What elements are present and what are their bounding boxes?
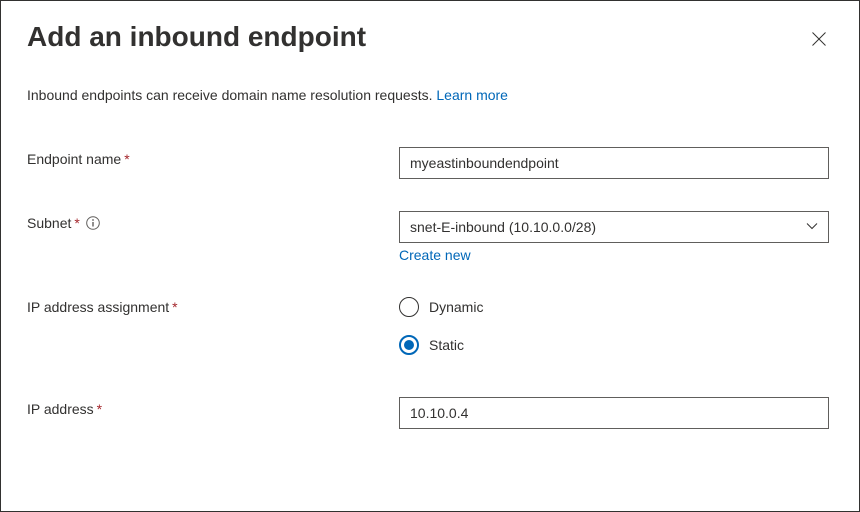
ip-address-input[interactable]	[399, 397, 829, 429]
required-indicator: *	[124, 151, 129, 167]
subnet-label: Subnet *	[27, 211, 399, 231]
close-icon	[811, 34, 827, 50]
endpoint-name-input[interactable]	[399, 147, 829, 179]
ip-assignment-radio-group: Dynamic Static	[399, 295, 829, 355]
required-indicator: *	[97, 401, 102, 417]
ip-address-label: IP address *	[27, 397, 399, 417]
close-button[interactable]	[805, 25, 833, 55]
radio-dynamic-label: Dynamic	[429, 299, 483, 315]
panel-description: Inbound endpoints can receive domain nam…	[27, 87, 833, 103]
radio-circle-icon	[399, 297, 419, 317]
add-inbound-endpoint-panel: Add an inbound endpoint Inbound endpoint…	[0, 0, 860, 512]
subnet-select[interactable]: snet-E-inbound (10.10.0.0/28)	[399, 211, 829, 243]
radio-static[interactable]: Static	[399, 335, 829, 355]
learn-more-link[interactable]: Learn more	[436, 87, 508, 103]
info-icon[interactable]	[86, 216, 100, 230]
endpoint-name-label: Endpoint name *	[27, 147, 399, 167]
required-indicator: *	[172, 299, 177, 315]
radio-static-label: Static	[429, 337, 464, 353]
panel-title: Add an inbound endpoint	[27, 21, 366, 53]
radio-dynamic[interactable]: Dynamic	[399, 297, 829, 317]
create-new-subnet-link[interactable]: Create new	[399, 247, 471, 263]
ip-assignment-label: IP address assignment *	[27, 295, 399, 315]
chevron-down-icon	[806, 219, 818, 235]
radio-circle-selected-icon	[399, 335, 419, 355]
subnet-select-value: snet-E-inbound (10.10.0.0/28)	[410, 219, 596, 235]
description-text: Inbound endpoints can receive domain nam…	[27, 87, 436, 103]
required-indicator: *	[74, 215, 79, 231]
